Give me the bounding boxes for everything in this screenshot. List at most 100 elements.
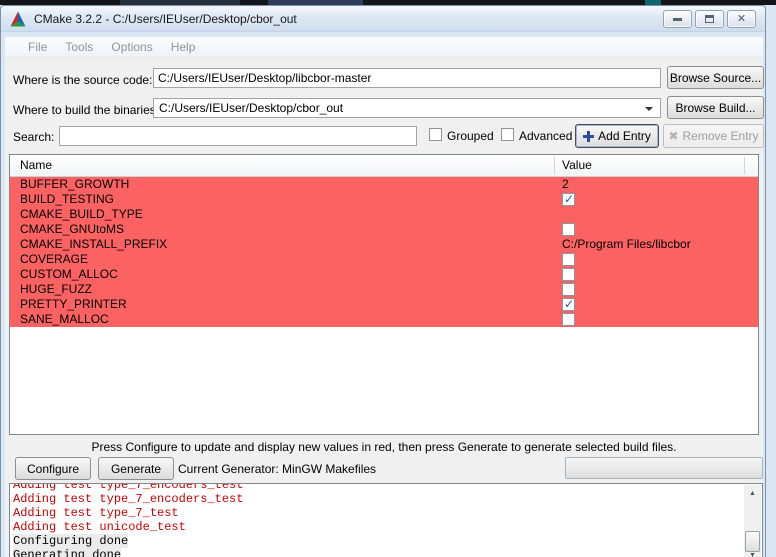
table-row[interactable]: BUFFER_GROWTH 2: [10, 177, 758, 192]
row-value[interactable]: [562, 282, 575, 297]
table-row[interactable]: CMAKE_INSTALL_PREFIX C:/Program Files/lib…: [10, 237, 758, 252]
table-row[interactable]: CUSTOM_ALLOC: [10, 267, 758, 282]
column-divider[interactable]: [554, 157, 555, 174]
search-input[interactable]: [59, 126, 417, 146]
table-row[interactable]: BUILD_TESTING: [10, 192, 758, 207]
close-icon: ✕: [737, 14, 746, 25]
build-path-value: C:/Users/IEUser/Desktop/cbor_out: [159, 101, 343, 115]
row-name: CUSTOM_ALLOC: [20, 267, 118, 282]
remove-entry-label: Remove Entry: [683, 129, 759, 143]
cmake-gui-screen: CMake 3.2.2 - C:/Users/IEUser/Desktop/cb…: [0, 0, 776, 557]
value-checkbox-checked[interactable]: [562, 298, 575, 311]
title-bar[interactable]: CMake 3.2.2 - C:/Users/IEUser/Desktop/cb…: [1, 6, 765, 32]
column-divider-right: [744, 157, 745, 174]
table-header[interactable]: Name Value: [10, 155, 758, 177]
row-value[interactable]: [562, 267, 575, 282]
log-line: Adding test type_7_encoders_test: [13, 492, 743, 506]
value-checkbox-unchecked[interactable]: [562, 268, 575, 281]
table-row[interactable]: SANE_MALLOC: [10, 312, 758, 327]
triangle-up-icon: ▲: [749, 490, 756, 497]
grouped-checkbox[interactable]: [429, 128, 442, 141]
row-name: BUILD_TESTING: [20, 192, 114, 207]
chevron-down-icon: [645, 107, 653, 111]
scroll-up-button[interactable]: ▲: [744, 485, 761, 501]
x-icon: ✖: [668, 129, 678, 143]
table-row[interactable]: CMAKE_BUILD_TYPE: [10, 207, 758, 222]
table-row[interactable]: COVERAGE: [10, 252, 758, 267]
value-checkbox-unchecked[interactable]: [562, 283, 575, 296]
browse-source-button[interactable]: Browse Source...: [667, 66, 764, 89]
row-name: CMAKE_BUILD_TYPE: [20, 207, 143, 222]
browse-source-label: Browse Source...: [670, 71, 761, 85]
window-content: FileToolsOptionsHelp Where is the source…: [5, 37, 763, 557]
cmake-logo-icon: [10, 11, 26, 27]
maximize-icon: [705, 15, 714, 23]
row-name: CMAKE_INSTALL_PREFIX: [20, 237, 167, 252]
scroll-down-button[interactable]: ▼: [744, 547, 761, 557]
add-entry-button[interactable]: Add Entry: [575, 124, 659, 148]
triangle-down-icon: ▼: [749, 552, 756, 557]
advanced-checkbox[interactable]: [501, 128, 514, 141]
row-value[interactable]: C:/Program Files/libcbor: [562, 237, 691, 252]
menu-item-file[interactable]: File: [19, 37, 56, 58]
source-path-input[interactable]: [153, 68, 661, 88]
generate-button[interactable]: Generate: [98, 457, 174, 480]
log-line: Configuring done: [13, 534, 743, 548]
search-label: Search:: [13, 130, 54, 144]
log-line: Adding test unicode_test: [13, 520, 743, 534]
table-row[interactable]: HUGE_FUZZ: [10, 282, 758, 297]
window-title: CMake 3.2.2 - C:/Users/IEUser/Desktop/cb…: [34, 12, 297, 26]
value-checkbox-unchecked[interactable]: [562, 223, 575, 236]
menu-item-tools[interactable]: Tools: [56, 37, 102, 58]
build-path-combobox[interactable]: C:/Users/IEUser/Desktop/cbor_out: [153, 98, 661, 118]
menu-bar: FileToolsOptionsHelp: [5, 37, 763, 58]
table-row[interactable]: CMAKE_GNUtoMS: [10, 222, 758, 237]
row-name: COVERAGE: [20, 252, 88, 267]
row-value[interactable]: [562, 192, 575, 207]
cache-table[interactable]: Name Value BUFFER_GROWTH2BUILD_TESTINGCM…: [9, 154, 759, 435]
row-value[interactable]: [562, 312, 575, 327]
source-label: Where is the source code:: [13, 73, 152, 87]
log-line: Adding test type_7_test: [13, 506, 743, 520]
minimize-button[interactable]: [663, 10, 692, 28]
remove-entry-button: ✖ Remove Entry: [663, 124, 764, 148]
log-line: Adding test type_7_encoders_test: [13, 484, 743, 492]
table-body: BUFFER_GROWTH 2 BUILD_TESTINGCMAKE_BUILD_T…: [10, 177, 758, 327]
row-name: HUGE_FUZZ: [20, 282, 92, 297]
value-checkbox-unchecked[interactable]: [562, 313, 575, 326]
row-value[interactable]: [562, 297, 575, 312]
row-name: CMAKE_GNUtoMS: [20, 222, 124, 237]
log-line: Generating done: [13, 548, 743, 557]
table-row[interactable]: PRETTY_PRINTER: [10, 297, 758, 312]
row-value[interactable]: [562, 252, 575, 267]
current-generator-label: Current Generator: MinGW Makefiles: [178, 462, 376, 476]
column-header-name[interactable]: Name: [20, 158, 52, 172]
value-checkbox-checked[interactable]: [562, 193, 575, 206]
configure-button[interactable]: Configure: [15, 457, 91, 480]
browse-build-label: Browse Build...: [675, 101, 755, 115]
browse-build-button[interactable]: Browse Build...: [667, 96, 764, 119]
close-button[interactable]: ✕: [727, 10, 756, 28]
row-value[interactable]: 2: [562, 177, 569, 192]
advanced-label: Advanced: [519, 129, 572, 143]
maximize-button[interactable]: [695, 10, 724, 28]
log-scrollbar[interactable]: ▲ ▼: [744, 485, 761, 557]
progress-bar: [565, 457, 763, 479]
menu-item-options[interactable]: Options: [102, 37, 161, 58]
build-label: Where to build the binaries:: [13, 103, 159, 117]
minimize-icon: [673, 18, 682, 21]
add-entry-label: Add Entry: [598, 129, 651, 143]
column-header-value[interactable]: Value: [562, 158, 592, 172]
row-name: BUFFER_GROWTH: [20, 177, 129, 192]
hint-text: Press Configure to update and display ne…: [5, 440, 763, 454]
row-name: PRETTY_PRINTER: [20, 297, 127, 312]
plus-icon: [583, 131, 594, 142]
generate-label: Generate: [111, 462, 161, 476]
cmake-window: CMake 3.2.2 - C:/Users/IEUser/Desktop/cb…: [0, 5, 766, 557]
configure-label: Configure: [27, 462, 79, 476]
menu-item-help[interactable]: Help: [162, 37, 205, 58]
output-log[interactable]: Adding test type_7_encoders_testAdding t…: [9, 483, 763, 557]
log-lines: Adding test type_7_encoders_testAdding t…: [13, 484, 743, 557]
value-checkbox-unchecked[interactable]: [562, 253, 575, 266]
row-value[interactable]: [562, 222, 575, 237]
